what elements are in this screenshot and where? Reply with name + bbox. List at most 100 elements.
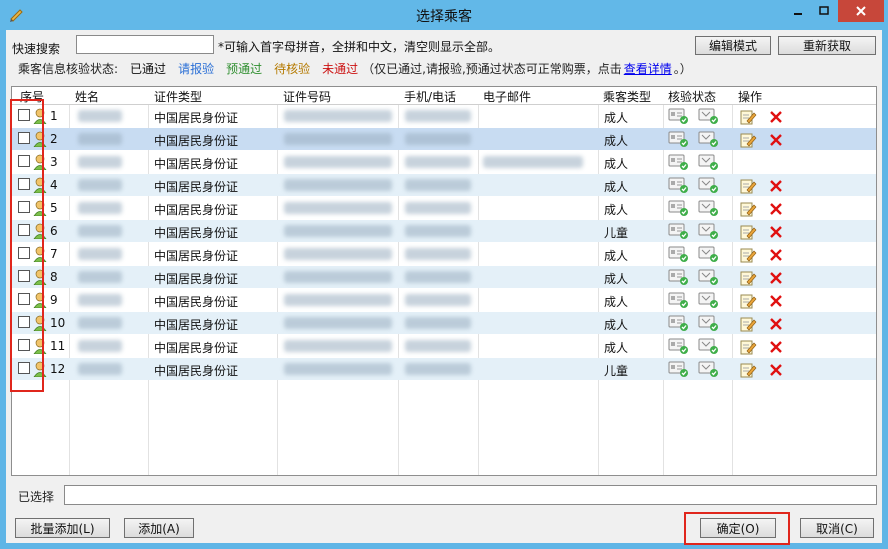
search-input[interactable] xyxy=(76,35,214,54)
row-id-type: 中国居民身份证 xyxy=(154,364,239,378)
edit-icon[interactable] xyxy=(739,246,761,264)
status-label: 乘客信息核验状态: xyxy=(18,62,119,76)
edit-icon[interactable] xyxy=(739,361,761,379)
table-row[interactable]: 5 中国居民身份证 成人 xyxy=(12,197,876,219)
col-id-type[interactable]: 证件类型 xyxy=(154,88,202,105)
id-number-redacted xyxy=(284,340,392,352)
phone-redacted xyxy=(405,271,471,283)
edit-icon[interactable] xyxy=(739,269,761,287)
delete-icon[interactable] xyxy=(768,270,790,288)
phone-verified-icon xyxy=(698,107,720,125)
edit-icon[interactable] xyxy=(739,108,761,126)
table-row[interactable]: 3 中国居民身份证 成人 xyxy=(12,151,876,173)
delete-icon[interactable] xyxy=(768,339,790,357)
id-verified-icon xyxy=(668,176,690,194)
id-number-redacted xyxy=(284,179,392,191)
table-row[interactable]: 9 中国居民身份证 成人 xyxy=(12,289,876,311)
phone-redacted xyxy=(405,110,471,122)
table-row[interactable]: 11 中国居民身份证 成人 xyxy=(12,335,876,357)
edit-icon[interactable] xyxy=(739,338,761,356)
table-row[interactable]: 1 中国居民身份证 成人 xyxy=(12,105,876,127)
name-redacted xyxy=(78,202,122,214)
edit-icon[interactable] xyxy=(739,292,761,310)
table-row[interactable]: 4 中国居民身份证 成人 xyxy=(12,174,876,196)
id-number-redacted xyxy=(284,202,392,214)
table-row[interactable]: 7 中国居民身份证 成人 xyxy=(12,243,876,265)
cancel-button[interactable]: 取消(C) xyxy=(800,518,874,538)
col-phone[interactable]: 手机/电话 xyxy=(404,88,456,105)
id-number-redacted xyxy=(284,317,392,329)
edit-mode-button[interactable]: 编辑模式 xyxy=(695,36,771,55)
row-id-type: 中国居民身份证 xyxy=(154,318,239,332)
id-verified-icon xyxy=(668,199,690,217)
phone-redacted xyxy=(405,202,471,214)
ok-highlight xyxy=(684,512,790,545)
row-no: 6 xyxy=(50,224,58,238)
id-number-redacted xyxy=(284,294,392,306)
name-redacted xyxy=(78,271,122,283)
view-details-link[interactable]: 查看详情 xyxy=(624,60,672,77)
edit-icon[interactable] xyxy=(739,131,761,149)
selected-field[interactable] xyxy=(64,485,877,505)
edit-icon[interactable] xyxy=(739,315,761,333)
delete-icon[interactable] xyxy=(768,224,790,242)
row-no: 9 xyxy=(50,293,58,307)
delete-icon[interactable] xyxy=(768,293,790,311)
name-redacted xyxy=(78,156,122,168)
col-actions[interactable]: 操作 xyxy=(738,88,762,105)
table-row[interactable]: 8 中国居民身份证 成人 xyxy=(12,266,876,288)
row-passenger-type: 成人 xyxy=(604,249,629,263)
row-id-type: 中国居民身份证 xyxy=(154,157,239,171)
edit-icon[interactable] xyxy=(739,200,761,218)
id-verified-icon xyxy=(668,360,690,378)
phone-redacted xyxy=(405,225,471,237)
row-no: 10 xyxy=(50,316,66,330)
id-verified-icon xyxy=(668,314,690,332)
batch-add-button[interactable]: 批量添加(L) xyxy=(15,518,110,538)
maximize-icon xyxy=(819,6,829,15)
edit-icon[interactable] xyxy=(739,177,761,195)
id-number-redacted xyxy=(284,110,392,122)
delete-icon[interactable] xyxy=(768,178,790,196)
add-button[interactable]: 添加(A) xyxy=(124,518,194,538)
delete-icon[interactable] xyxy=(768,316,790,334)
phone-verified-icon xyxy=(698,337,720,355)
id-verified-icon xyxy=(668,107,690,125)
delete-icon[interactable] xyxy=(768,362,790,380)
phone-verified-icon xyxy=(698,245,720,263)
table-row[interactable]: 10 中国居民身份证 成人 xyxy=(12,312,876,334)
name-redacted xyxy=(78,363,122,375)
id-number-redacted xyxy=(284,271,392,283)
table-row[interactable]: 2 中国居民身份证 成人 xyxy=(12,128,876,150)
status-pending-report: 请报验 xyxy=(178,62,215,76)
refresh-button[interactable]: 重新获取 xyxy=(778,36,876,55)
table-row[interactable]: 12 中国居民身份证 儿童 xyxy=(12,358,876,380)
name-redacted xyxy=(78,248,122,260)
col-verify-status[interactable]: 核验状态 xyxy=(668,88,716,105)
maximize-button[interactable] xyxy=(811,0,837,22)
status-note-prefix: （仅已通过,请报验,预通过状态可正常购票，点击 xyxy=(362,62,622,76)
delete-icon[interactable] xyxy=(768,132,790,150)
id-verified-icon xyxy=(668,291,690,309)
row-no: 12 xyxy=(50,362,66,376)
row-no: 11 xyxy=(50,339,66,353)
delete-icon[interactable] xyxy=(768,247,790,265)
row-passenger-type: 成人 xyxy=(604,134,629,148)
col-email[interactable]: 电子邮件 xyxy=(483,88,531,105)
col-name[interactable]: 姓名 xyxy=(75,88,99,105)
table-row[interactable]: 6 中国居民身份证 儿童 xyxy=(12,220,876,242)
phone-redacted xyxy=(405,294,471,306)
col-passenger-type[interactable]: 乘客类型 xyxy=(603,88,651,105)
row-id-type: 中国居民身份证 xyxy=(154,203,239,217)
edit-icon[interactable] xyxy=(739,223,761,241)
col-id-number[interactable]: 证件号码 xyxy=(283,88,331,105)
phone-verified-icon xyxy=(698,314,720,332)
delete-icon[interactable] xyxy=(768,109,790,127)
id-verified-icon xyxy=(668,130,690,148)
status-not-passed: 未通过 xyxy=(322,62,359,76)
minimize-button[interactable] xyxy=(785,0,811,22)
close-button[interactable] xyxy=(838,0,884,22)
delete-icon[interactable] xyxy=(768,201,790,219)
row-passenger-type: 成人 xyxy=(604,180,629,194)
selected-label: 已选择 xyxy=(18,490,55,504)
